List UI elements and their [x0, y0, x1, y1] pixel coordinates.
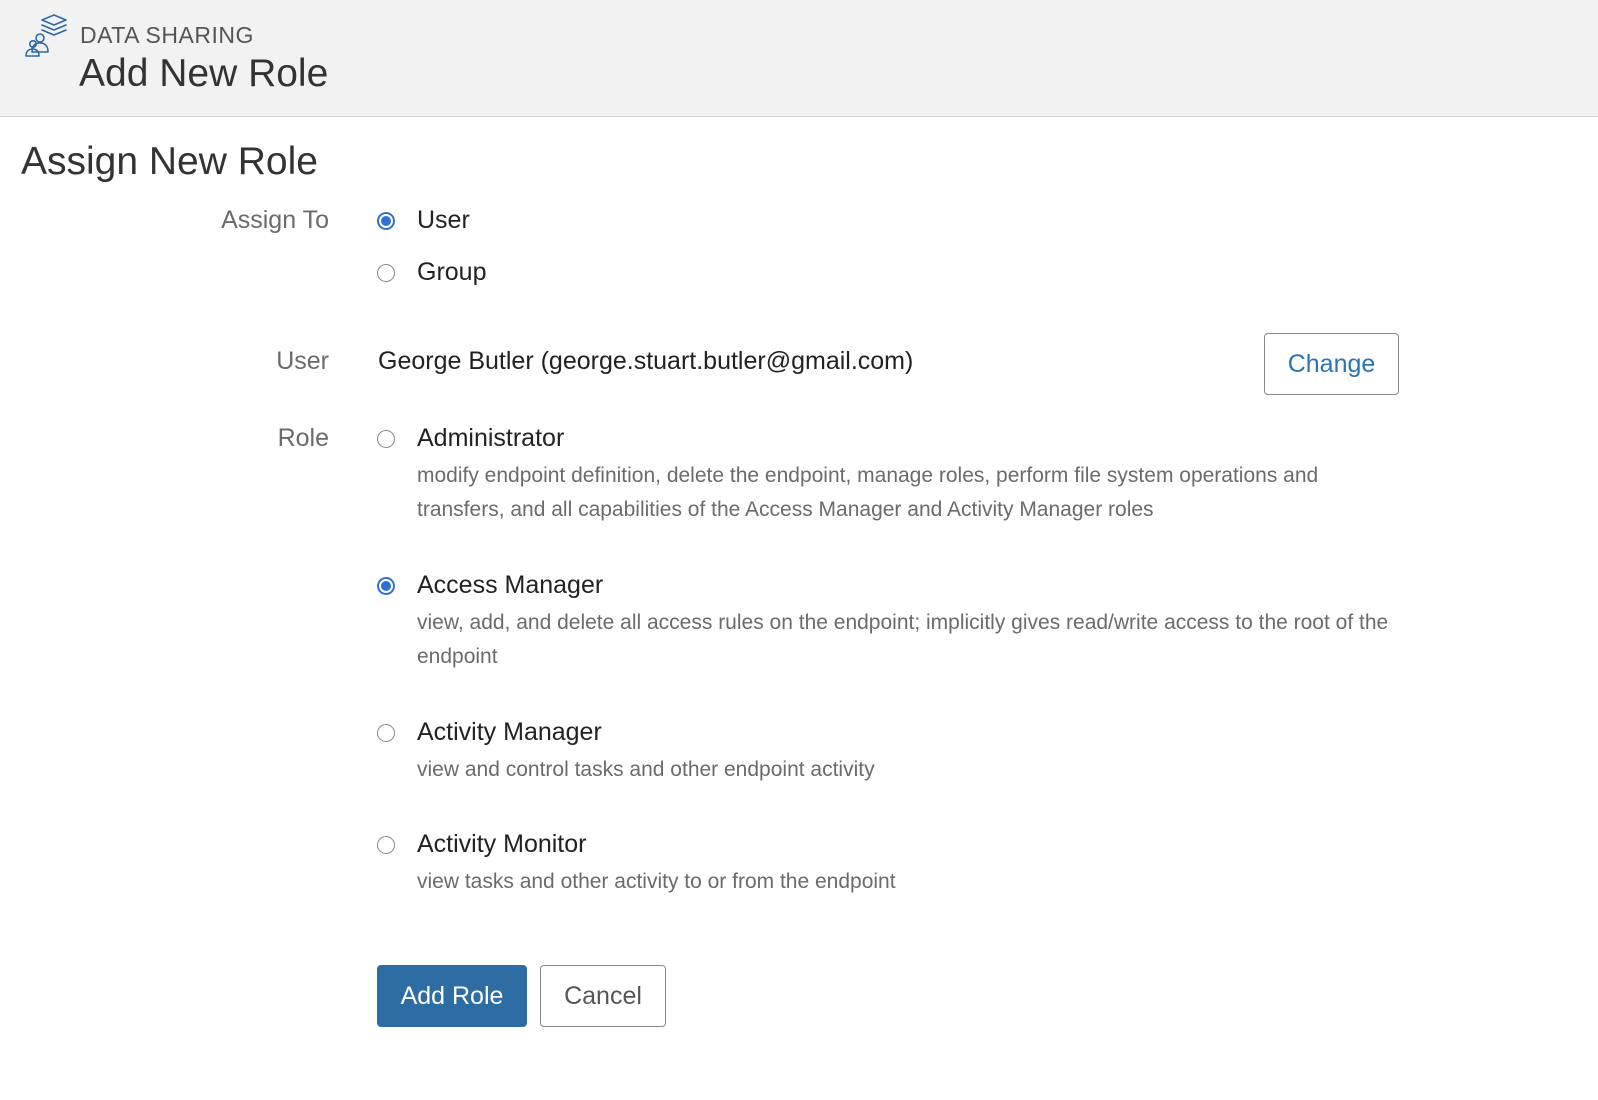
role-administrator-radio[interactable]	[377, 430, 395, 448]
role-activity-manager-radio[interactable]	[377, 724, 395, 742]
change-user-button[interactable]: Change	[1264, 333, 1399, 395]
role-activity-manager-label[interactable]: Activity Manager	[417, 718, 602, 747]
assign-to-user-label[interactable]: User	[417, 206, 470, 235]
assign-to-group-radio[interactable]	[377, 264, 395, 282]
cancel-button[interactable]: Cancel	[540, 965, 666, 1027]
role-field-label: Role	[277, 424, 329, 452]
role-activity-monitor-description: view tasks and other activity to or from…	[417, 870, 896, 893]
role-activity-manager-description: view and control tasks and other endpoin…	[417, 758, 875, 781]
role-administrator-label[interactable]: Administrator	[417, 424, 564, 453]
role-access-manager-label[interactable]: Access Manager	[417, 571, 603, 600]
add-role-button[interactable]: Add Role	[377, 965, 527, 1027]
role-activity-monitor-radio[interactable]	[377, 836, 395, 854]
role-activity-monitor-label[interactable]: Activity Monitor	[417, 830, 586, 859]
header-section-label: DATA SHARING	[80, 22, 254, 48]
role-access-manager-description: view, add, and delete all access rules o…	[417, 611, 1389, 668]
assign-to-group-label[interactable]: Group	[417, 258, 486, 287]
data-sharing-icon	[25, 14, 67, 57]
assign-to-user-radio[interactable]	[377, 212, 395, 230]
role-administrator-description: modify endpoint definition, delete the e…	[417, 464, 1319, 521]
assign-to-label: Assign To	[221, 206, 329, 234]
user-field-label: User	[276, 347, 329, 375]
role-access-manager-radio[interactable]	[377, 577, 395, 595]
form-title: Assign New Role	[21, 140, 318, 183]
selected-user-value: George Butler (george.stuart.butler@gmai…	[378, 347, 914, 375]
page-title: Add New Role	[79, 52, 329, 95]
page-header: DATA SHARING Add New Role	[0, 0, 1598, 117]
